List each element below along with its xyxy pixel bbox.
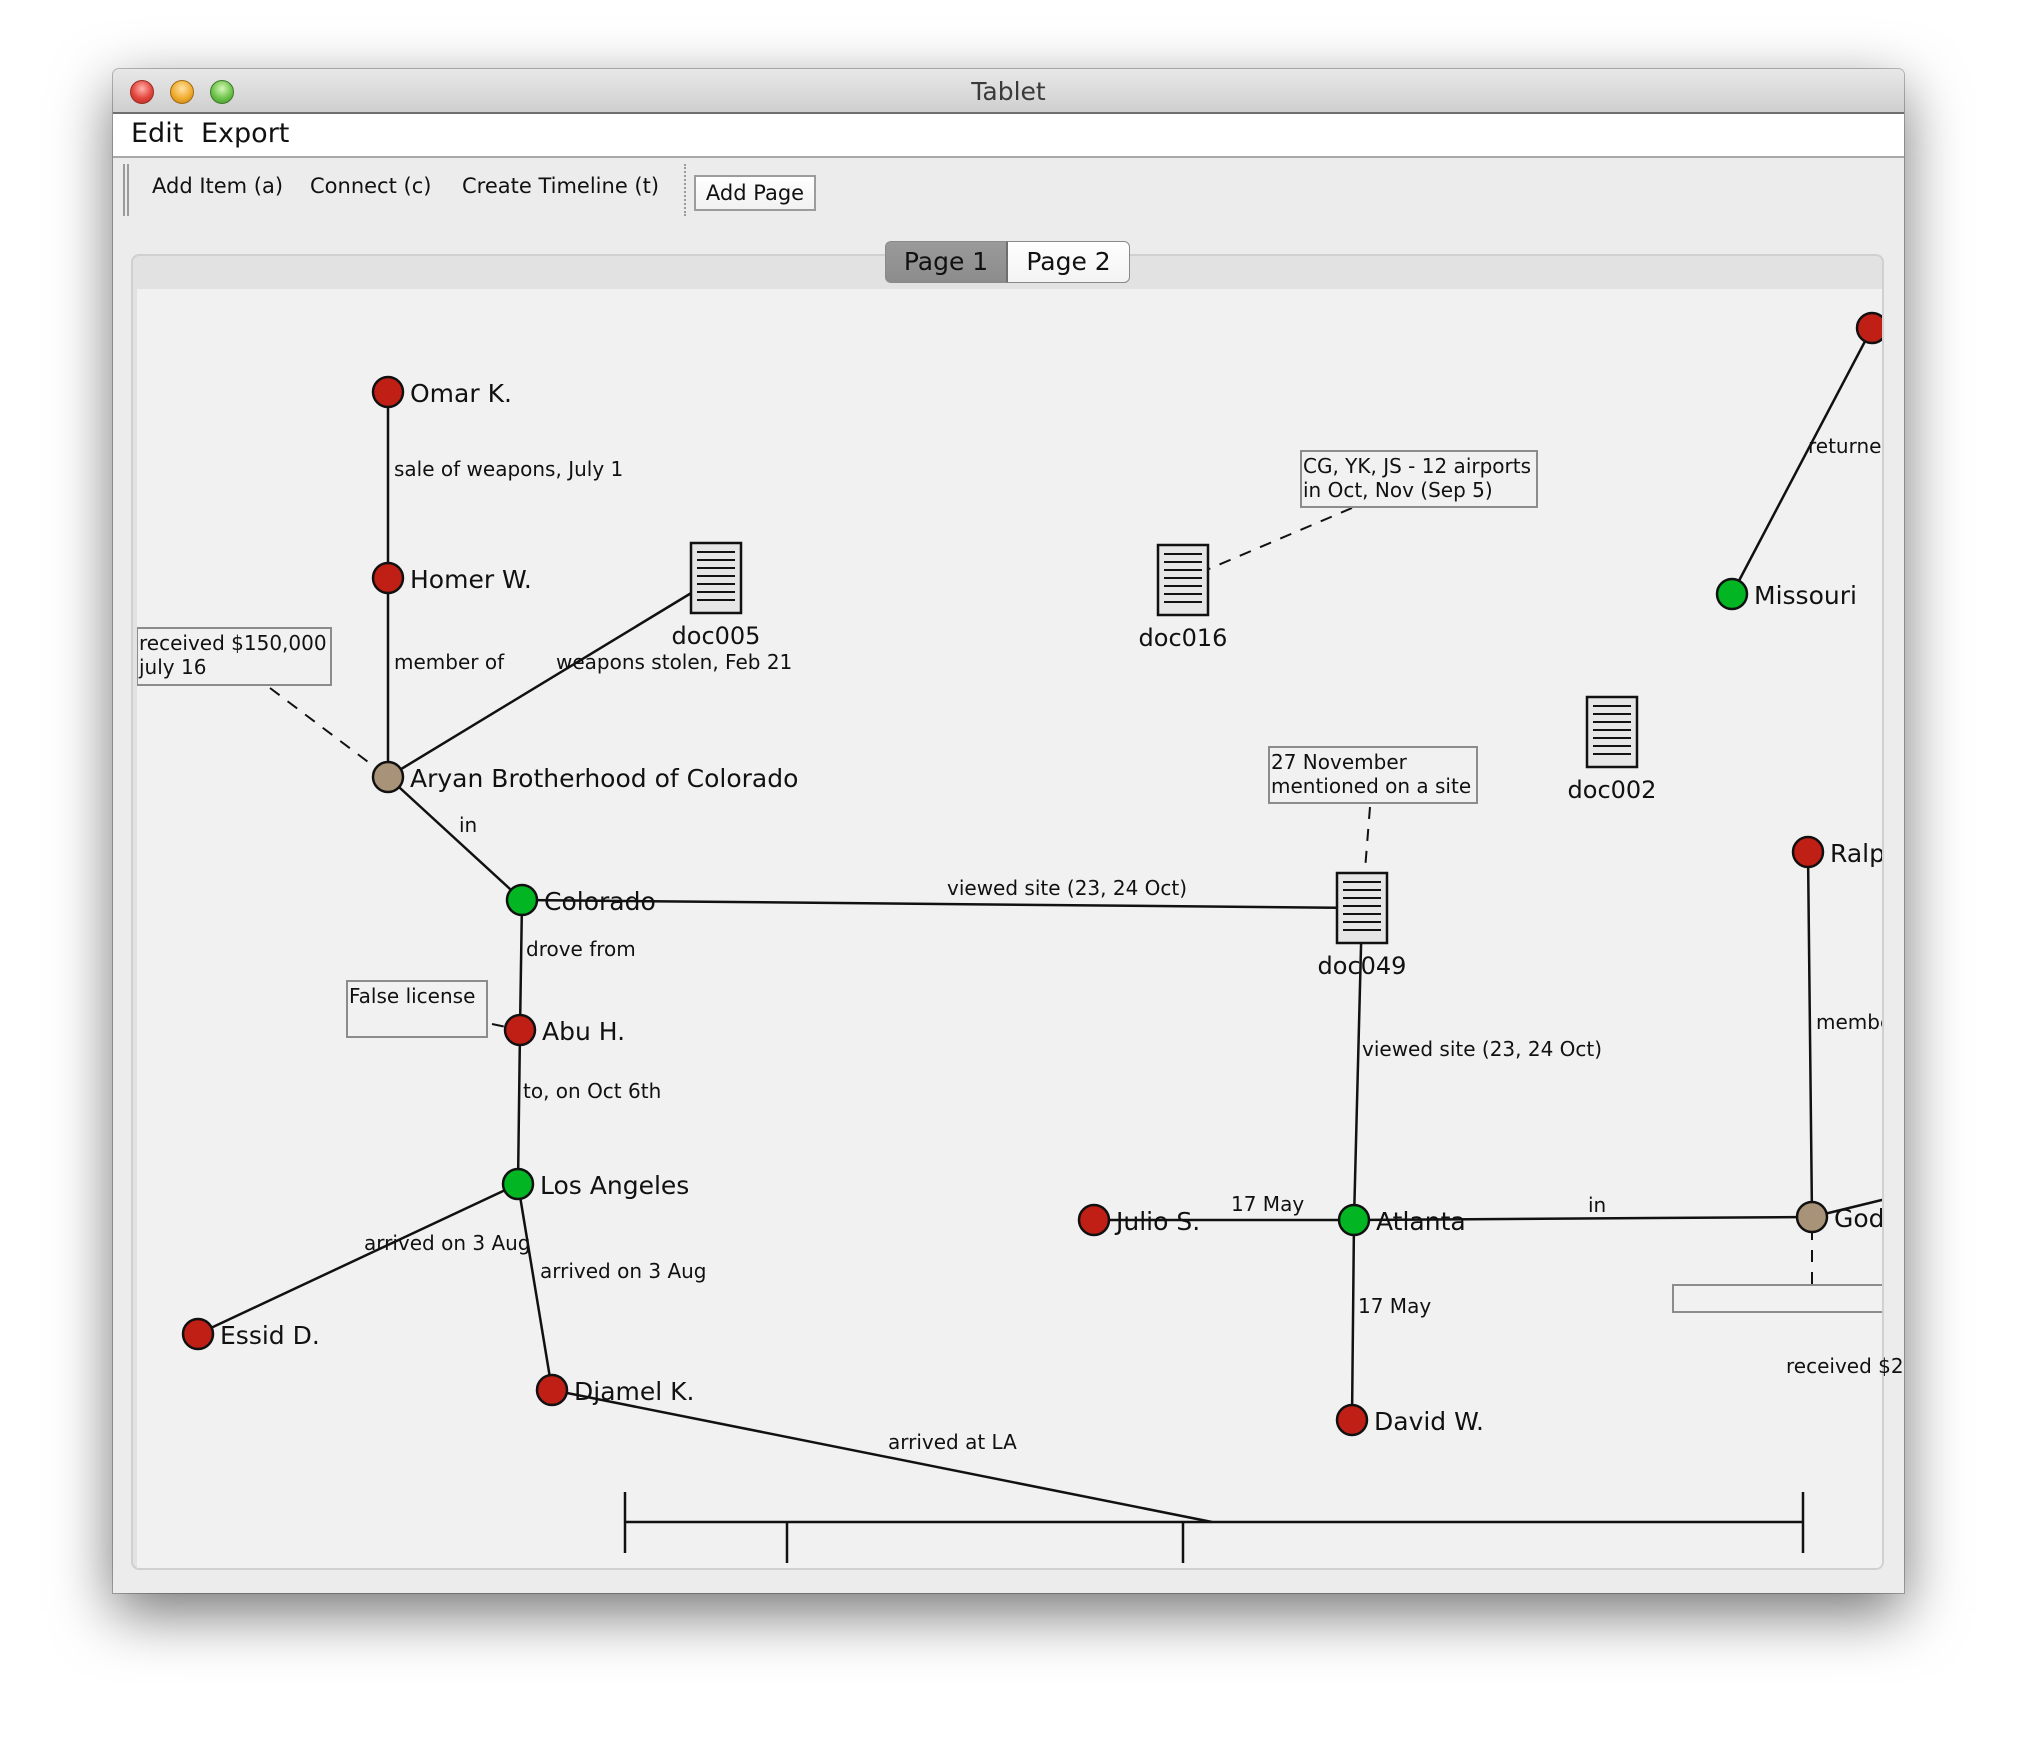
tab-page-1[interactable]: Page 1	[885, 241, 1008, 283]
edge-line[interactable]	[516, 1029, 522, 1185]
note-link-dashed	[269, 687, 389, 778]
person-node[interactable]	[503, 1013, 537, 1047]
app-window: Tablet Edit Export Add Item (a) Connect …	[113, 69, 1904, 1593]
node-label: Colorado	[544, 887, 656, 916]
edge-line[interactable]	[518, 899, 524, 1031]
edge-line[interactable]	[1806, 851, 1814, 1218]
connect-button[interactable]: Connect (c)	[310, 174, 431, 198]
node-label: Omar K.	[410, 379, 512, 408]
place-node[interactable]	[1715, 577, 1749, 611]
person-node[interactable]	[1077, 1203, 1111, 1237]
document-icon[interactable]	[1156, 543, 1210, 617]
node-label: Essid D.	[220, 1321, 320, 1350]
person-node[interactable]	[1855, 311, 1882, 345]
document-icon[interactable]	[1335, 871, 1389, 945]
edge-label: member of	[394, 650, 505, 674]
note-text: 27 November	[1271, 750, 1408, 774]
toolbar: Add Item (a) Connect (c) Create Timeline…	[113, 158, 1904, 218]
node-label: Los Angeles	[540, 1171, 689, 1200]
add-page-button[interactable]: Add Page	[694, 175, 816, 211]
person-node[interactable]	[535, 1373, 569, 1407]
edge-label: 17 May	[1358, 1294, 1431, 1318]
add-item-button[interactable]: Add Item (a)	[152, 174, 283, 198]
edge-line[interactable]	[516, 1183, 554, 1391]
document-icon[interactable]	[689, 541, 743, 615]
node-label: God	[1834, 1204, 1882, 1233]
edge-label: returned	[1808, 434, 1882, 458]
menu-export[interactable]: Export	[201, 118, 289, 149]
note-text: CG, YK, JS - 12 airports	[1303, 454, 1531, 478]
node-label: Aryan Brotherhood of Colorado	[410, 764, 798, 793]
edge-label: membe	[1816, 1010, 1882, 1034]
toolbar-separator	[684, 164, 686, 216]
node-label: Ralp	[1830, 839, 1882, 868]
edge-label: arrived on 3 Aug	[540, 1259, 707, 1283]
node-label: David W.	[1374, 1407, 1484, 1436]
note-text: received $150,000	[139, 631, 327, 655]
tab-page-2[interactable]: Page 2	[1008, 241, 1130, 283]
edge-line[interactable]	[551, 1388, 1213, 1524]
page-tabs: Page 1 Page 2	[885, 241, 1130, 285]
edge-label: in	[459, 813, 477, 837]
note-box[interactable]	[1672, 1284, 1882, 1313]
title-bar[interactable]: Tablet	[113, 69, 1904, 114]
graph-canvas[interactable]: sale of weapons, July 1 member of weapons …	[137, 289, 1882, 1568]
toolbar-grip-handle[interactable]	[123, 164, 129, 216]
node-label: Julio S.	[1114, 1207, 1200, 1236]
menu-bar: Edit Export	[113, 114, 1904, 158]
person-node[interactable]	[371, 561, 405, 595]
edge-label: weapons stolen, Feb 21	[556, 650, 792, 674]
edge-label: viewed site (23, 24 Oct)	[1362, 1037, 1602, 1061]
document-icon[interactable]	[1585, 695, 1639, 769]
edge-label: 17 May	[1231, 1192, 1304, 1216]
organization-node[interactable]	[371, 760, 405, 794]
document-label: doc049	[1318, 952, 1407, 980]
page-panel: sale of weapons, July 1 member of weapons …	[131, 254, 1884, 1570]
edge-line[interactable]	[197, 1182, 519, 1336]
place-node[interactable]	[501, 1167, 535, 1201]
create-timeline-button[interactable]: Create Timeline (t)	[462, 174, 659, 198]
person-node[interactable]	[371, 375, 405, 409]
person-node[interactable]	[1791, 835, 1825, 869]
edge-label: drove from	[526, 937, 636, 961]
node-label: Atlanta	[1376, 1207, 1466, 1236]
note-text: False license	[349, 984, 475, 1008]
edge-label: sale of weapons, July 1	[394, 457, 623, 481]
edge-label: arrived at LA	[888, 1430, 1017, 1454]
node-label: Homer W.	[410, 565, 532, 594]
document-label: doc002	[1568, 776, 1657, 804]
edge-line[interactable]	[387, 576, 717, 779]
place-node[interactable]	[505, 883, 539, 917]
edge-label: in	[1588, 1193, 1606, 1217]
edge-label: to, on Oct 6th	[523, 1079, 661, 1103]
node-label: Abu H.	[542, 1017, 625, 1046]
note-text-overflow: received $200,000 (Aug	[1786, 1354, 1904, 1378]
note-text: mentioned on a site	[1271, 774, 1471, 798]
edge-label: arrived on 3 Aug	[364, 1231, 531, 1255]
edge-line[interactable]	[1350, 1219, 1356, 1421]
person-node[interactable]	[1335, 1403, 1369, 1437]
graph-svg[interactable]: sale of weapons, July 1 member of weapons …	[137, 289, 1882, 1568]
node-label: Missouri	[1754, 581, 1857, 610]
edge-label: viewed site (23, 24 Oct)	[947, 876, 1187, 900]
document-label: doc005	[672, 622, 761, 650]
organization-node[interactable]	[1795, 1200, 1829, 1234]
note-text: in Oct, Nov (Sep 5)	[1303, 478, 1493, 502]
edge-line[interactable]	[387, 776, 523, 901]
node-label: Djamel K.	[574, 1377, 694, 1406]
window-title: Tablet	[971, 77, 1046, 106]
note-text: july 16	[138, 655, 206, 679]
place-node[interactable]	[1337, 1203, 1371, 1237]
menu-edit[interactable]: Edit	[131, 118, 183, 149]
person-node[interactable]	[181, 1317, 215, 1351]
edge-line[interactable]	[1730, 327, 1874, 595]
document-label: doc016	[1139, 624, 1228, 652]
